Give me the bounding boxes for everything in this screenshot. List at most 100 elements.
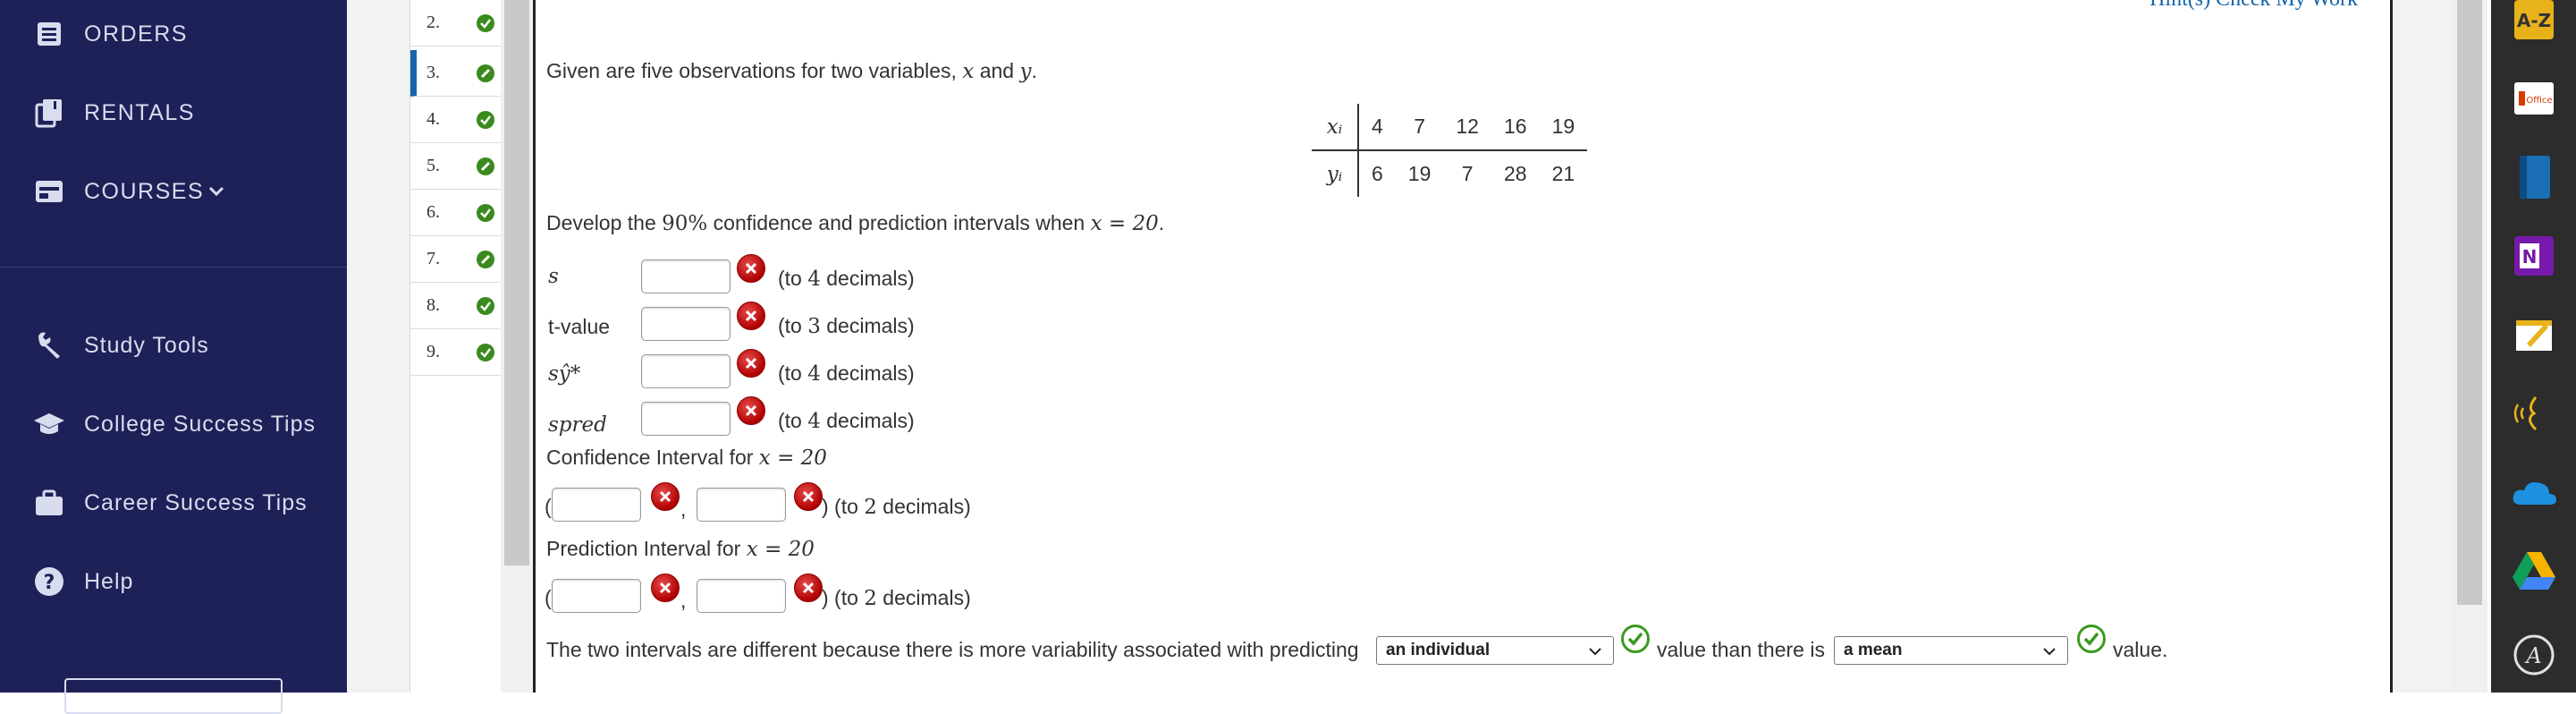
hint-b: decimals) [876,586,971,609]
table-cell: 28 [1503,162,1527,185]
hint-a: (to [778,361,808,385]
tools-bar: A-Z Office N A [2491,0,2576,693]
t-value-input[interactable] [641,307,731,341]
sidebar-item-orders[interactable]: ORDERS [0,7,347,61]
pi-lower-input[interactable] [552,579,641,613]
question-item[interactable]: 5. [410,143,502,190]
partial-check-icon [477,157,494,175]
t-value-label: t-value [548,315,611,338]
question-item-active[interactable]: 3. [410,50,502,97]
gutter-right [2393,0,2452,693]
question-item[interactable]: 4. [410,97,502,143]
pi-comma: , [680,589,687,612]
ci-label-text: Confidence Interval for [546,446,759,469]
s-pred-hint: (to 4 decimals) [778,409,915,433]
a-z-icon[interactable]: A-Z [2507,0,2561,47]
svg-text:N: N [2522,246,2538,268]
question-list-scrollbar[interactable] [501,0,533,693]
incorrect-icon [737,254,765,283]
accessibility-icon[interactable]: A [2507,628,2561,682]
books-icon [32,96,66,130]
hint-a: ) (to [822,586,865,609]
google-drive-icon[interactable] [2507,544,2561,598]
question-number: 2. [427,13,440,32]
onedrive-icon[interactable] [2507,465,2561,519]
read-aloud-icon[interactable] [2507,387,2561,440]
table-cell: 7 [1461,162,1474,185]
incorrect-icon [794,574,823,602]
hint-a: (to [778,267,808,290]
s-input[interactable] [641,259,731,293]
develop-end: . [1158,211,1165,234]
mean-select[interactable]: a mean [1834,636,2068,665]
hint-n: 4 [807,410,821,433]
scrollbar-thumb[interactable] [2457,0,2482,605]
sidebar-item-rentals[interactable]: RENTALS [0,86,347,140]
sidebar-divider [0,267,347,268]
s-yhat-input[interactable] [641,354,731,388]
s-hint: (to 4 decimals) [778,267,915,291]
intro-text: Given are five observations for two vari… [546,59,963,82]
pi-eq: x = 20 [746,538,815,561]
incorrect-icon [737,302,765,330]
question-number: 4. [427,109,440,129]
partial-check-icon [477,64,494,82]
ci-hint: ) (to 2 decimals) [822,495,971,519]
svg-text:A-Z: A-Z [2517,10,2551,31]
question-number: 8. [427,295,440,315]
s-label: s [548,265,559,288]
hint-a: (to [778,314,808,337]
observations-table: xᵢ 4 7 12 16 19 yᵢ 6 19 7 28 21 [1312,104,1588,197]
header-links[interactable]: Hint(s) Check My Work [2149,0,2358,12]
question-item[interactable]: 8. [410,283,502,329]
hint-n: 2 [864,496,877,519]
gutter [347,0,410,693]
check-icon [477,203,494,222]
hint-n: 2 [864,587,877,610]
x-label: xᵢ [1312,104,1359,151]
pi-upper-input[interactable] [697,579,786,613]
develop-text: Develop the 90% confidence and predictio… [546,211,1164,235]
ci-comma: , [680,497,687,521]
pi-label: Prediction Interval for x = 20 [546,537,815,561]
sidebar-item-label: College Success Tips [84,411,317,437]
question-number: 3. [427,63,440,82]
predict-select-value: an individual [1386,641,1491,659]
content-scrollbar[interactable] [2452,0,2487,693]
ci-lower-input[interactable] [552,488,641,522]
office-icon[interactable]: Office [2507,72,2561,125]
hint-b: decimals) [820,314,915,337]
mean-select-value: a mean [1844,641,1903,659]
notepad-icon[interactable] [2507,308,2561,361]
question-item[interactable]: 9. [410,329,502,376]
check-icon [477,296,494,315]
pi-open-paren: ( [545,586,552,609]
book-icon[interactable] [2507,150,2561,204]
hint-b: decimals) [820,361,915,385]
onenote-icon[interactable]: N [2507,229,2561,283]
question-item[interactable]: 7. [410,236,502,283]
sidebar-item-help[interactable]: ? Help [0,555,347,608]
sidebar-item-college-success-tips[interactable]: College Success Tips [0,397,347,451]
sidebar-button[interactable] [64,678,283,714]
intro-and: and [974,59,1020,82]
sidebar-item-study-tools[interactable]: Study Tools [0,319,347,372]
scrollbar-thumb[interactable] [504,0,529,565]
sidebar-item-label: Help [84,568,134,594]
hint-n: 4 [807,362,821,386]
ci-upper-input[interactable] [697,488,786,522]
s-yhat-hint: (to 4 decimals) [778,361,915,386]
chevron-down-icon [207,183,225,205]
sidebar-item-career-success-tips[interactable]: Career Success Tips [0,476,347,530]
courses-icon [32,174,66,208]
question-item[interactable]: 6. [410,190,502,236]
check-icon [477,13,494,32]
svg-text:?: ? [44,572,55,594]
predict-select[interactable]: an individual [1376,636,1614,665]
ci-label: Confidence Interval for x = 20 [546,446,827,470]
help-icon: ? [32,565,66,599]
table-row: yᵢ 6 19 7 28 21 [1312,150,1587,197]
sidebar-item-courses[interactable]: COURSES [0,165,347,218]
question-item[interactable]: 2. [410,0,502,47]
s-pred-input[interactable] [641,402,731,436]
